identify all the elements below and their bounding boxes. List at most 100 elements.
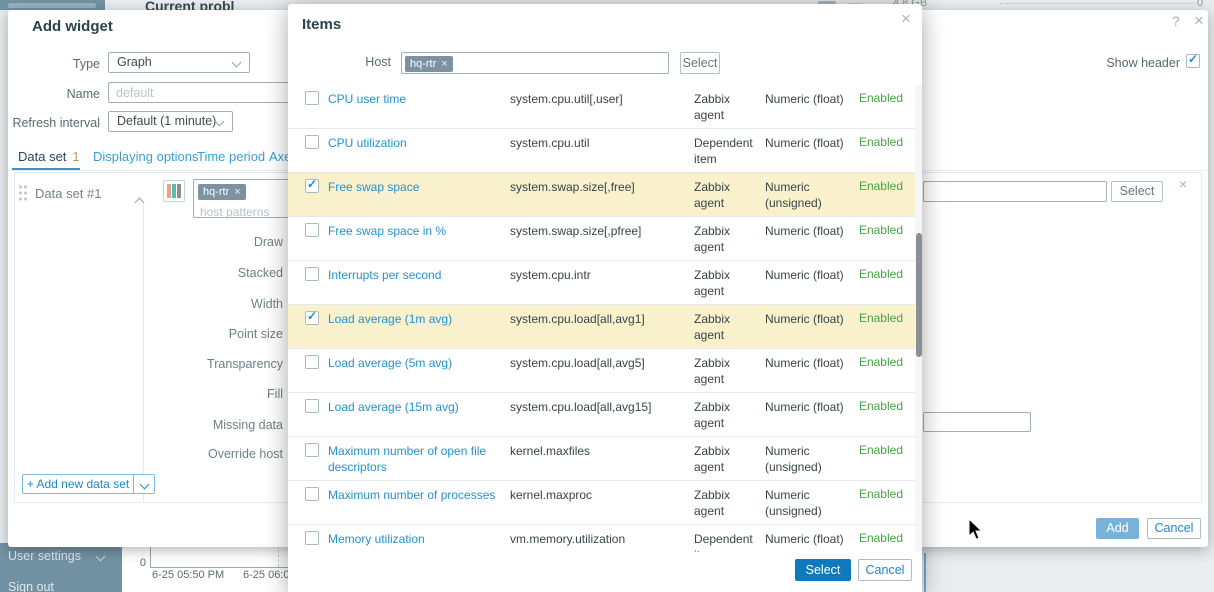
- option-label-override-host: Override host: [207, 447, 283, 461]
- item-checkbox[interactable]: [305, 443, 319, 457]
- item-select-button[interactable]: Select: [1111, 181, 1163, 202]
- item-key: system.cpu.load[all,avg1]: [510, 312, 645, 326]
- items-modal: Items × Host hq-rtr × Select CPU user tim…: [288, 4, 922, 592]
- item-name-link[interactable]: Memory utilization: [328, 531, 498, 547]
- item-status-enabled[interactable]: Enabled: [859, 91, 903, 105]
- item-checkbox[interactable]: [305, 135, 319, 149]
- modal-cancel-button[interactable]: Cancel: [858, 559, 912, 581]
- option-label-fill: Fill: [267, 387, 283, 401]
- item-name-link[interactable]: Load average (5m avg): [328, 355, 498, 371]
- option-label-missing-data: Missing data: [212, 418, 283, 432]
- item-checkbox[interactable]: [305, 223, 319, 237]
- tab-data-set[interactable]: Data set 1: [18, 149, 80, 164]
- tag-remove-icon[interactable]: ×: [441, 58, 447, 70]
- graph-x-tick: 6-25 05:50 PM: [152, 569, 225, 581]
- item-row: ✓ Free swap space system.swap.size[,free] Z…: [288, 173, 915, 217]
- item-patterns-input[interactable]: [923, 181, 1107, 202]
- tab-label: Data set: [18, 149, 67, 164]
- mouse-cursor-icon: [968, 518, 983, 540]
- modal-title: Items: [302, 16, 342, 33]
- chevron-down-icon: [139, 479, 150, 490]
- item-checkbox[interactable]: [305, 487, 319, 501]
- close-icon[interactable]: ×: [1194, 11, 1204, 31]
- item-row: Load average (5m avg) system.cpu.load[all…: [288, 349, 915, 393]
- item-status-enabled[interactable]: Enabled: [859, 399, 903, 413]
- show-header-checkbox[interactable]: ✓: [1186, 52, 1200, 68]
- data-set-remove-icon[interactable]: ×: [1179, 176, 1187, 192]
- add-new-data-set-label: Add new data set: [36, 477, 130, 491]
- tab-displaying-options[interactable]: Displaying options: [93, 149, 199, 164]
- check-icon: ✓: [307, 309, 318, 323]
- item-name-link[interactable]: Maximum number of processes: [328, 487, 498, 503]
- add-new-data-set-menu-button[interactable]: [133, 474, 155, 494]
- item-type: Zabbix agent: [694, 92, 731, 122]
- add-button[interactable]: Add: [1096, 518, 1139, 539]
- item-status-enabled[interactable]: Enabled: [859, 223, 903, 237]
- host-select-button[interactable]: Select: [680, 52, 720, 74]
- item-row: CPU user time system.cpu.util[,user] Zabbi…: [288, 85, 915, 129]
- item-status-enabled[interactable]: Enabled: [859, 531, 903, 545]
- item-status-enabled[interactable]: Enabled: [859, 443, 903, 457]
- host-pattern-tag[interactable]: hq-rtr ×: [198, 184, 246, 200]
- override-input[interactable]: [923, 412, 1031, 432]
- item-name-link[interactable]: Free swap space: [328, 179, 498, 195]
- item-status-enabled[interactable]: Enabled: [859, 135, 903, 149]
- option-label-width: Width: [251, 297, 283, 311]
- help-icon[interactable]: ?: [1172, 13, 1180, 29]
- item-key: vm.memory.utilization: [510, 532, 626, 546]
- item-checkbox[interactable]: [305, 531, 319, 545]
- close-icon[interactable]: ×: [901, 9, 911, 29]
- add-new-data-set-button[interactable]: + Add new data set: [22, 474, 134, 494]
- host-patterns-placeholder: host patterns: [200, 205, 270, 219]
- item-status-enabled[interactable]: Enabled: [859, 311, 903, 325]
- item-checkbox[interactable]: [305, 91, 319, 105]
- drag-handle-icon[interactable]: [18, 184, 29, 201]
- item-checkbox[interactable]: [305, 399, 319, 413]
- graph-gridline: [278, 545, 280, 567]
- cancel-button[interactable]: Cancel: [1147, 518, 1201, 539]
- item-name-link[interactable]: Interrupts per second: [328, 267, 498, 283]
- dotted-separator: [1000, 3, 1196, 4]
- item-checkbox[interactable]: [305, 267, 319, 281]
- host-label: Host: [365, 55, 391, 69]
- tab-time-period[interactable]: Time period: [197, 149, 265, 164]
- item-name-link[interactable]: Load average (1m avg): [328, 311, 498, 327]
- select-button[interactable]: Select: [795, 559, 851, 581]
- item-value-type: Numeric (float): [765, 268, 844, 282]
- background-graph-fragment: 0 6-25 05:50 PM 6-25 06:00 PM: [122, 543, 290, 592]
- item-name-link[interactable]: Load average (15m avg): [328, 399, 498, 415]
- option-label-stacked: Stacked: [237, 266, 283, 280]
- item-checkbox[interactable]: [305, 355, 319, 369]
- item-name-link[interactable]: CPU utilization: [328, 135, 498, 151]
- item-checkbox[interactable]: ✓: [305, 177, 319, 193]
- type-label: Type: [72, 57, 100, 71]
- sidebar-item-sign-out[interactable]: Sign out: [8, 580, 54, 592]
- item-type: Zabbix agent: [694, 224, 731, 254]
- collapse-chevron-icon[interactable]: [134, 193, 145, 211]
- item-checkbox[interactable]: ✓: [305, 309, 319, 325]
- show-header-label: Show header: [1106, 56, 1180, 70]
- item-type: Zabbix agent: [694, 180, 731, 210]
- scrollbar-thumb[interactable]: [916, 233, 922, 357]
- item-row: Maximum number of open file descriptors k…: [288, 437, 915, 481]
- item-name-link[interactable]: Maximum number of open file descriptors: [328, 443, 498, 475]
- item-status-enabled[interactable]: Enabled: [859, 487, 903, 501]
- tag-remove-icon[interactable]: ×: [234, 186, 240, 198]
- background-widget-edge: [924, 553, 926, 592]
- item-status-enabled[interactable]: Enabled: [859, 267, 903, 281]
- item-name-link[interactable]: CPU user time: [328, 91, 498, 107]
- item-row: ✓ Load average (1m avg) system.cpu.load[al…: [288, 305, 915, 349]
- item-value-type: Numeric (float): [765, 92, 844, 106]
- item-status-enabled[interactable]: Enabled: [859, 355, 903, 369]
- item-status-enabled[interactable]: Enabled: [859, 179, 903, 193]
- host-tag[interactable]: hq-rtr ×: [405, 56, 453, 72]
- refresh-interval-label: Refresh interval: [12, 116, 100, 130]
- type-select[interactable]: Graph: [108, 52, 250, 73]
- sidebar-item-user-settings[interactable]: User settings: [8, 549, 81, 563]
- item-name-link[interactable]: Free swap space in %: [328, 223, 498, 239]
- item-key: kernel.maxproc: [510, 488, 593, 502]
- tag-label: hq-rtr: [410, 58, 437, 70]
- refresh-interval-select[interactable]: Default (1 minute): [108, 111, 233, 132]
- option-label-transparency: Transparency: [207, 357, 283, 371]
- color-swatch[interactable]: [163, 180, 185, 202]
